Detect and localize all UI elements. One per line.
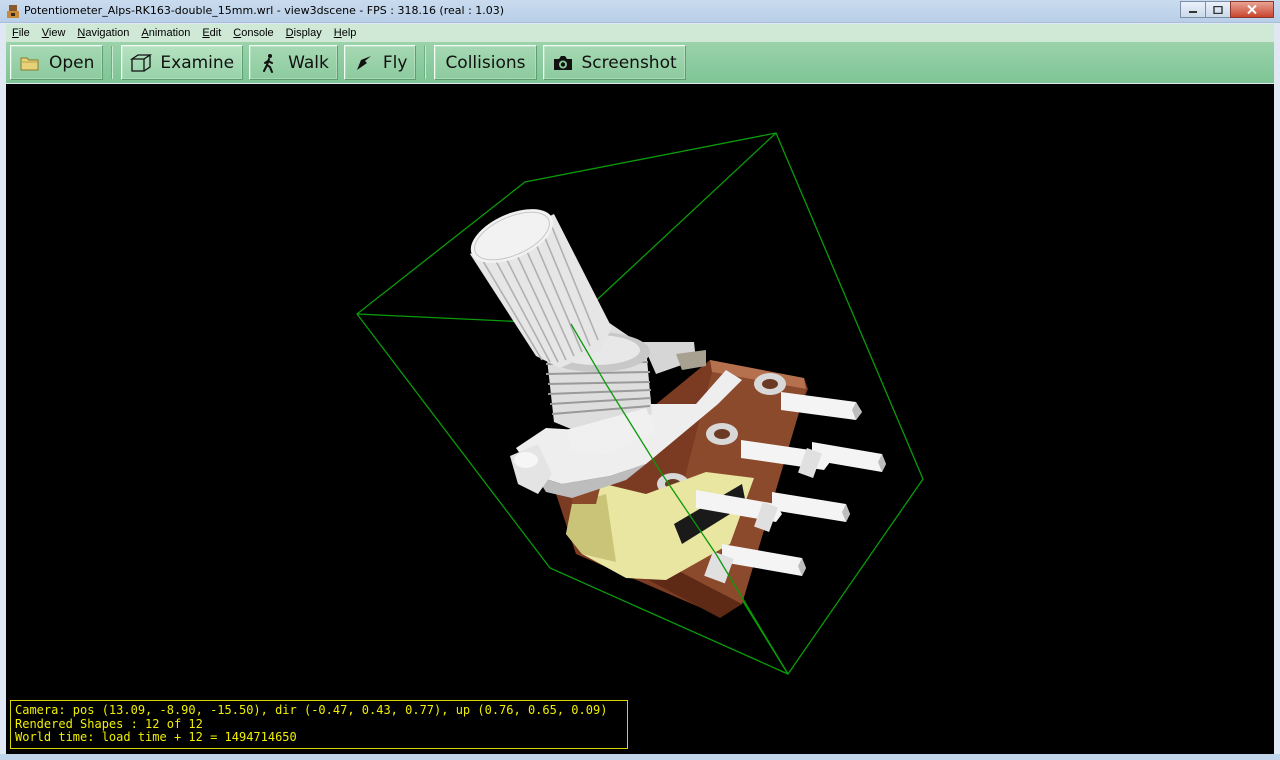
menu-bar: File View Navigation Animation Edit Cons… bbox=[6, 24, 1274, 42]
status-overlay: Camera: pos (13.09, -8.90, -15.50), dir … bbox=[10, 700, 628, 749]
cube-icon bbox=[130, 52, 153, 74]
screenshot-label: Screenshot bbox=[581, 52, 677, 73]
screenshot-button[interactable]: Screenshot bbox=[542, 45, 686, 80]
walk-label: Walk bbox=[288, 52, 329, 73]
fly-button[interactable]: Fly bbox=[343, 45, 417, 80]
open-label: Open bbox=[49, 52, 95, 73]
fly-icon bbox=[353, 52, 375, 74]
title-bar: Potentiometer_Alps-RK163-double_15mm.wrl… bbox=[0, 0, 1280, 23]
menu-animation[interactable]: Animation bbox=[139, 27, 192, 39]
menu-edit[interactable]: Edit bbox=[200, 27, 223, 39]
examine-button[interactable]: Examine bbox=[121, 45, 244, 80]
minimize-icon bbox=[1189, 10, 1197, 13]
toolbar-separator bbox=[424, 46, 427, 79]
folder-icon bbox=[19, 52, 41, 74]
window-frame-bottom bbox=[0, 754, 1280, 760]
examine-label: Examine bbox=[160, 52, 235, 73]
menu-view[interactable]: View bbox=[40, 27, 68, 39]
potentiometer-model bbox=[356, 132, 924, 675]
close-icon bbox=[1247, 5, 1257, 14]
menu-console[interactable]: Console bbox=[231, 27, 275, 39]
camera-icon bbox=[552, 52, 574, 74]
camera-status: Camera: pos (13.09, -8.90, -15.50), dir … bbox=[15, 703, 608, 717]
collisions-button[interactable]: Collisions bbox=[434, 45, 537, 80]
fly-label: Fly bbox=[382, 52, 408, 73]
collisions-label: Collisions bbox=[445, 52, 526, 73]
rendered-shapes-status: Rendered Shapes : 12 of 12 bbox=[15, 716, 203, 731]
3d-viewport[interactable]: Camera: pos (13.09, -8.90, -15.50), dir … bbox=[6, 84, 1274, 754]
menu-help[interactable]: Help bbox=[332, 27, 359, 39]
toolbar: Open Examine Walk Fly Collisions Screens… bbox=[6, 42, 1274, 83]
menu-navigation[interactable]: Navigation bbox=[75, 27, 131, 39]
world-time-status: World time: load time + 12 = 1494714650 bbox=[15, 730, 297, 744]
maximize-icon bbox=[1213, 5, 1223, 14]
open-button[interactable]: Open bbox=[10, 45, 104, 80]
app-icon bbox=[7, 5, 19, 18]
knurled-shaft bbox=[470, 209, 612, 368]
window-title: Potentiometer_Alps-RK163-double_15mm.wrl… bbox=[24, 4, 505, 17]
toolbar-separator bbox=[111, 46, 114, 79]
minimize-button[interactable] bbox=[1180, 1, 1206, 18]
maximize-button[interactable] bbox=[1205, 1, 1231, 18]
close-button[interactable] bbox=[1230, 1, 1274, 18]
walking-person-icon bbox=[258, 52, 280, 74]
menu-file[interactable]: File bbox=[10, 27, 32, 39]
walk-button[interactable]: Walk bbox=[249, 45, 338, 80]
menu-display[interactable]: Display bbox=[284, 27, 324, 39]
